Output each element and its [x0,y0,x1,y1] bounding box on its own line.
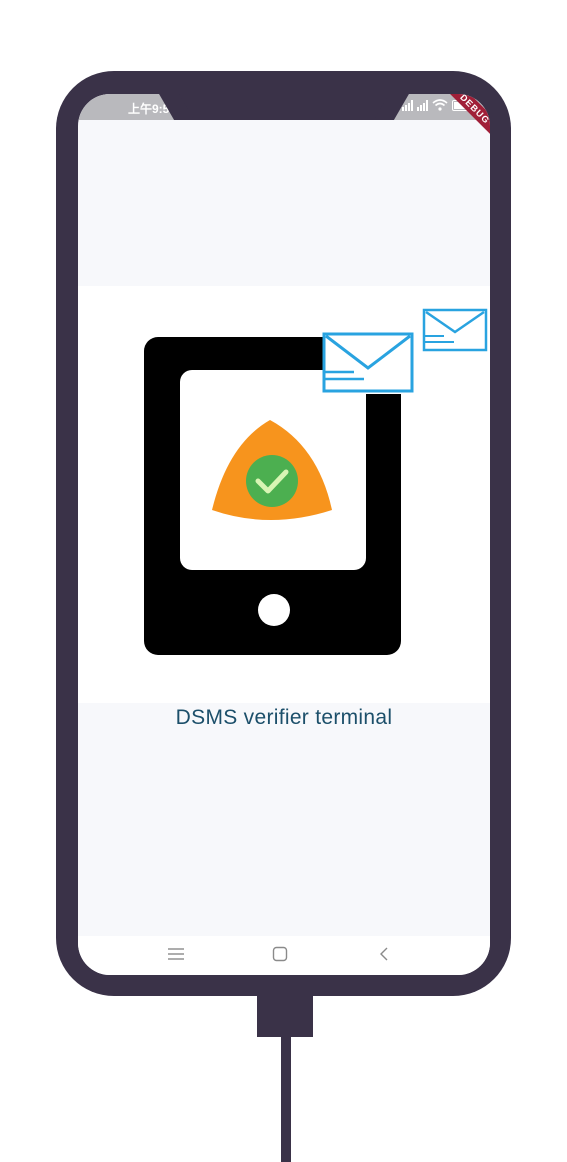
status-bar: 上午9:55 DEBUG [78,94,490,139]
signal-icon [417,99,428,111]
envelope-icon [322,332,414,394]
menu-icon[interactable] [164,944,188,964]
usb-cable [281,1030,291,1162]
square-home-icon[interactable] [268,944,292,964]
envelope-icon [422,308,488,352]
signal-icon [402,99,413,111]
device-mockup: 上午9:55 DEBUG DSMS verifier terminal [0,0,567,1162]
phone-screen: 上午9:55 DEBUG DSMS verifier terminal [78,94,490,975]
system-nav-bar [78,936,490,975]
wifi-icon [432,99,448,111]
verifier-illustration [78,286,490,703]
back-chevron-icon[interactable] [372,944,396,964]
app-title: DSMS verifier terminal [175,706,393,729]
camera-notch [178,94,390,120]
